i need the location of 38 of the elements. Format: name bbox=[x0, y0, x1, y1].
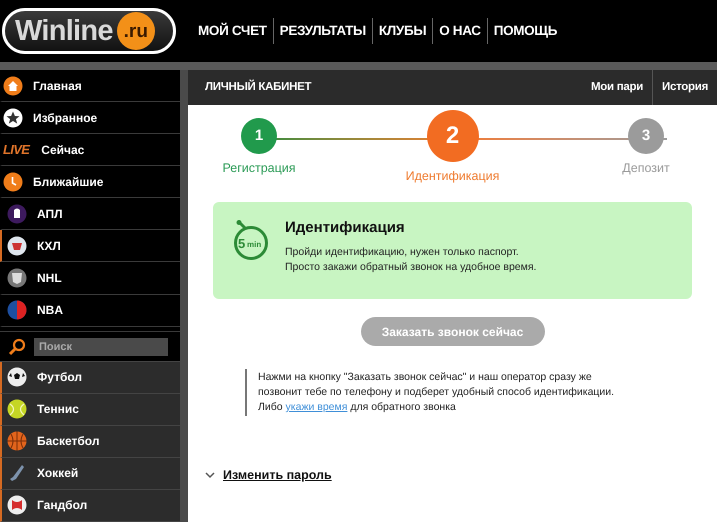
nav-link[interactable]: МОЙ СЧЕТ bbox=[198, 18, 273, 44]
chevron-icon bbox=[205, 472, 215, 479]
basketball-icon bbox=[7, 431, 27, 452]
sidebar-item[interactable]: Теннис bbox=[0, 394, 180, 426]
sidebar-item[interactable]: NBA bbox=[0, 294, 180, 327]
search-field[interactable]: Поиск bbox=[34, 338, 168, 356]
emblem-icon bbox=[7, 236, 27, 256]
clock-icon bbox=[3, 172, 23, 192]
sidebar-item[interactable]: КХЛ bbox=[0, 230, 180, 262]
step-label: Идентификация bbox=[406, 168, 500, 185]
info-text: Либо укажи время для обратного звонка bbox=[258, 400, 457, 415]
sidebar-item[interactable]: Гандбол bbox=[0, 490, 180, 522]
nav-link[interactable]: РЕЗУЛЬТАТЫ bbox=[272, 18, 372, 44]
step-label: Депозит bbox=[622, 160, 670, 177]
sidebar-item[interactable]: Хоккей bbox=[0, 458, 180, 490]
sidebar-item[interactable]: Футбол bbox=[0, 362, 180, 394]
nav-link[interactable]: О НАС bbox=[432, 18, 487, 44]
change-password-toggle[interactable]: Изменить пароль bbox=[205, 466, 332, 485]
info-text: Нажми на кнопку "Заказать звонок сейчас" и наш оператор сразу же позвонит тебе по телефону и подберет удобный способ идентификации. bbox=[258, 370, 616, 400]
card-title: Идентификация bbox=[285, 218, 406, 238]
emblem-icon bbox=[7, 300, 27, 320]
live-label: LIVE bbox=[3, 142, 32, 158]
nav-link[interactable]: ПОМОЩЬ bbox=[486, 18, 564, 44]
card-text: Пройди идентификацию, нужен только паспорт. bbox=[285, 244, 520, 260]
step-label: Регистрация bbox=[222, 160, 296, 177]
handball-icon bbox=[7, 495, 27, 516]
search-icon bbox=[8, 338, 26, 356]
soccer-ball-icon bbox=[7, 367, 27, 388]
logo[interactable]: Winline .ru bbox=[2, 8, 176, 54]
sidebar-item[interactable]: Баскетбол bbox=[0, 426, 180, 458]
card-text: Просто закажи обратный звонок на удобное время. bbox=[285, 260, 536, 274]
nav-link[interactable]: КЛУБЫ bbox=[372, 18, 432, 44]
shield-icon bbox=[7, 268, 27, 288]
tennis-ball-icon bbox=[7, 399, 27, 420]
home-icon bbox=[3, 76, 23, 96]
tab[interactable]: История bbox=[652, 70, 717, 105]
page-title: ЛИЧНЫЙ КАБИНЕТ bbox=[205, 78, 312, 95]
tab[interactable]: Мои пари bbox=[582, 70, 652, 105]
